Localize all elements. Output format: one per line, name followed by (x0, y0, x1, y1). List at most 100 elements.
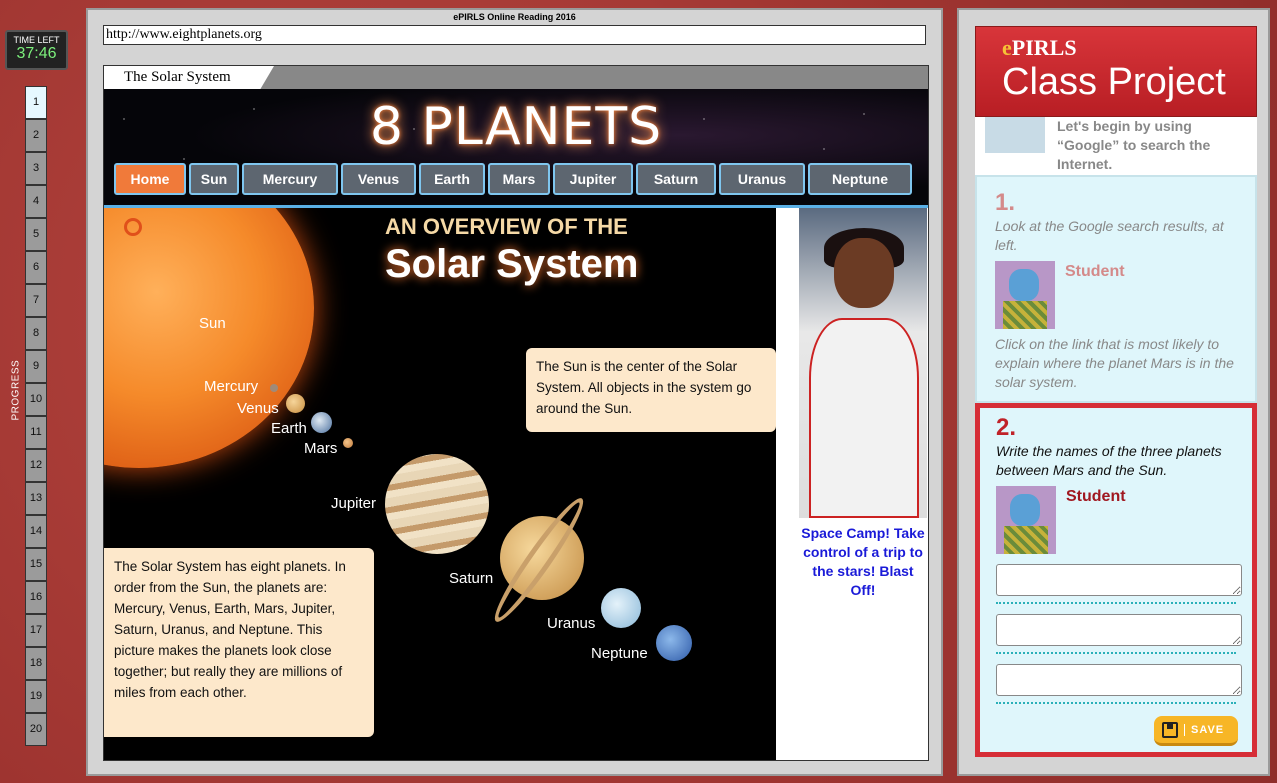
mercury-image (270, 384, 278, 392)
tab-solar-system[interactable]: The Solar System (104, 66, 274, 89)
label-neptune: Neptune (591, 645, 648, 662)
label-sun: Sun (199, 315, 226, 332)
overview-kicker: AN OVERVIEW OF THE (385, 214, 628, 239)
student-avatar (996, 486, 1056, 554)
project-body[interactable]: Let's begin by using “Google” to search … (975, 117, 1257, 757)
project-title: Class Project (1002, 61, 1226, 103)
solar-system-illustration: AN OVERVIEW OF THE Solar System Sun Merc… (104, 208, 776, 760)
progress-step-2[interactable]: 2 (25, 119, 47, 152)
mars-image (343, 438, 353, 448)
label-uranus: Uranus (547, 615, 596, 632)
student-avatar (995, 261, 1055, 329)
progress-step-10[interactable]: 10 (25, 383, 47, 416)
label-earth: Earth (271, 420, 307, 437)
project-panel: ePIRLS Class Project Let's begin by usin… (957, 8, 1270, 776)
progress-step-4[interactable]: 4 (25, 185, 47, 218)
answer-field-3[interactable] (996, 664, 1242, 696)
answer-row-3 (996, 664, 1242, 704)
step-2: 2. Write the names of the three planets … (975, 403, 1257, 757)
uranus-image (601, 588, 641, 628)
site-header: 8 PLANETS Home Sun Mercury Venus Earth M… (104, 89, 928, 208)
time-left-widget: TIME LEFT 37:46 (5, 30, 68, 70)
earth-image (311, 412, 332, 433)
progress-step-20[interactable]: 20 (25, 713, 47, 746)
step-2-student-row: Student (996, 486, 1236, 554)
progress-step-11[interactable]: 11 (25, 416, 47, 449)
save-label: SAVE (1184, 723, 1224, 736)
nav-jupiter[interactable]: Jupiter (553, 163, 633, 195)
nav-saturn[interactable]: Saturn (636, 163, 716, 195)
step-1-student-label: Student (1065, 263, 1125, 280)
progress-step-18[interactable]: 18 (25, 647, 47, 680)
progress-step-8[interactable]: 8 (25, 317, 47, 350)
step-2-number: 2. (996, 414, 1017, 441)
label-mars: Mars (304, 440, 338, 457)
progress-step-7[interactable]: 7 (25, 284, 47, 317)
progress-step-14[interactable]: 14 (25, 515, 47, 548)
solar-flare-image (124, 218, 142, 236)
tab-bar: The Solar System (104, 66, 928, 89)
nav-earth[interactable]: Earth (419, 163, 485, 195)
nav-mars[interactable]: Mars (488, 163, 550, 195)
save-icon (1162, 721, 1178, 738)
step-2-question: Write the names of the three planets bet… (996, 443, 1222, 478)
step-1-number: 1. (995, 189, 1016, 216)
flight-suit-image (809, 318, 919, 518)
intro-step: Let's begin by using “Google” to search … (975, 117, 1257, 175)
progress-step-12[interactable]: 12 (25, 449, 47, 482)
label-venus: Venus (237, 400, 279, 417)
answer-row-2 (996, 614, 1242, 654)
reading-panel-header: ePIRLS Online Reading 2016 (453, 12, 576, 22)
reading-panel: ePIRLS Online Reading 2016 http://www.ei… (86, 8, 943, 776)
label-saturn: Saturn (449, 570, 494, 587)
answer-field-2[interactable] (996, 614, 1242, 646)
answer-row-1 (996, 564, 1242, 604)
site-title: 8 PLANETS (369, 97, 663, 157)
child-face-image (834, 238, 894, 308)
overview-title: Solar System (385, 242, 639, 286)
label-mercury: Mercury (204, 378, 259, 395)
label-jupiter: Jupiter (331, 495, 377, 512)
site-nav: Home Sun Mercury Venus Earth Mars Jupite… (114, 163, 912, 195)
space-camp-link[interactable]: Space Camp! Take control of a trip to th… (799, 524, 927, 600)
browser-window: The Solar System 8 PLANETS Home Sun Merc… (103, 65, 929, 761)
planets-info-box: The Solar System has eight planets. In o… (104, 548, 374, 737)
jupiter-image (385, 454, 489, 554)
progress-bar: 1 2 3 4 5 6 7 8 9 10 11 12 13 14 15 16 1… (25, 86, 47, 746)
time-left-value: 37:46 (16, 45, 57, 62)
progress-step-15[interactable]: 15 (25, 548, 47, 581)
step-1-task: Click on the link that is most likely to… (995, 336, 1234, 390)
step-1: 1. Look at the Google search results, at… (975, 175, 1257, 403)
space-camp-ad[interactable]: Space Camp! Take control of a trip to th… (799, 208, 927, 600)
progress-step-9[interactable]: 9 (25, 350, 47, 383)
progress-step-6[interactable]: 6 (25, 251, 47, 284)
intro-text: Let's begin by using “Google” to search … (1057, 118, 1211, 172)
time-left-label: TIME LEFT (13, 35, 60, 45)
progress-step-19[interactable]: 19 (25, 680, 47, 713)
nav-uranus[interactable]: Uranus (719, 163, 805, 195)
progress-label: PROGRESS (10, 359, 22, 421)
nav-mercury[interactable]: Mercury (242, 163, 338, 195)
nav-neptune[interactable]: Neptune (808, 163, 912, 195)
nav-sun[interactable]: Sun (189, 163, 239, 195)
step-1-instruction: Look at the Google search results, at le… (995, 218, 1224, 253)
progress-step-3[interactable]: 3 (25, 152, 47, 185)
sun-info-box: The Sun is the center of the Solar Syste… (526, 348, 776, 432)
save-button[interactable]: SAVE (1154, 716, 1238, 746)
progress-step-16[interactable]: 16 (25, 581, 47, 614)
neptune-image (656, 625, 692, 661)
step-1-student-row: Student (995, 261, 1237, 329)
venus-image (286, 394, 305, 413)
progress-step-1[interactable]: 1 (25, 86, 47, 119)
progress-step-17[interactable]: 17 (25, 614, 47, 647)
progress-step-13[interactable]: 13 (25, 482, 47, 515)
epirls-logo: ePIRLS (1002, 35, 1077, 60)
address-bar[interactable]: http://www.eightplanets.org (103, 25, 926, 45)
nav-venus[interactable]: Venus (341, 163, 416, 195)
project-header: ePIRLS Class Project (975, 26, 1257, 117)
step-2-student-label: Student (1066, 488, 1126, 505)
space-camp-photo (799, 208, 927, 518)
answer-field-1[interactable] (996, 564, 1242, 596)
nav-home[interactable]: Home (114, 163, 186, 195)
progress-step-5[interactable]: 5 (25, 218, 47, 251)
